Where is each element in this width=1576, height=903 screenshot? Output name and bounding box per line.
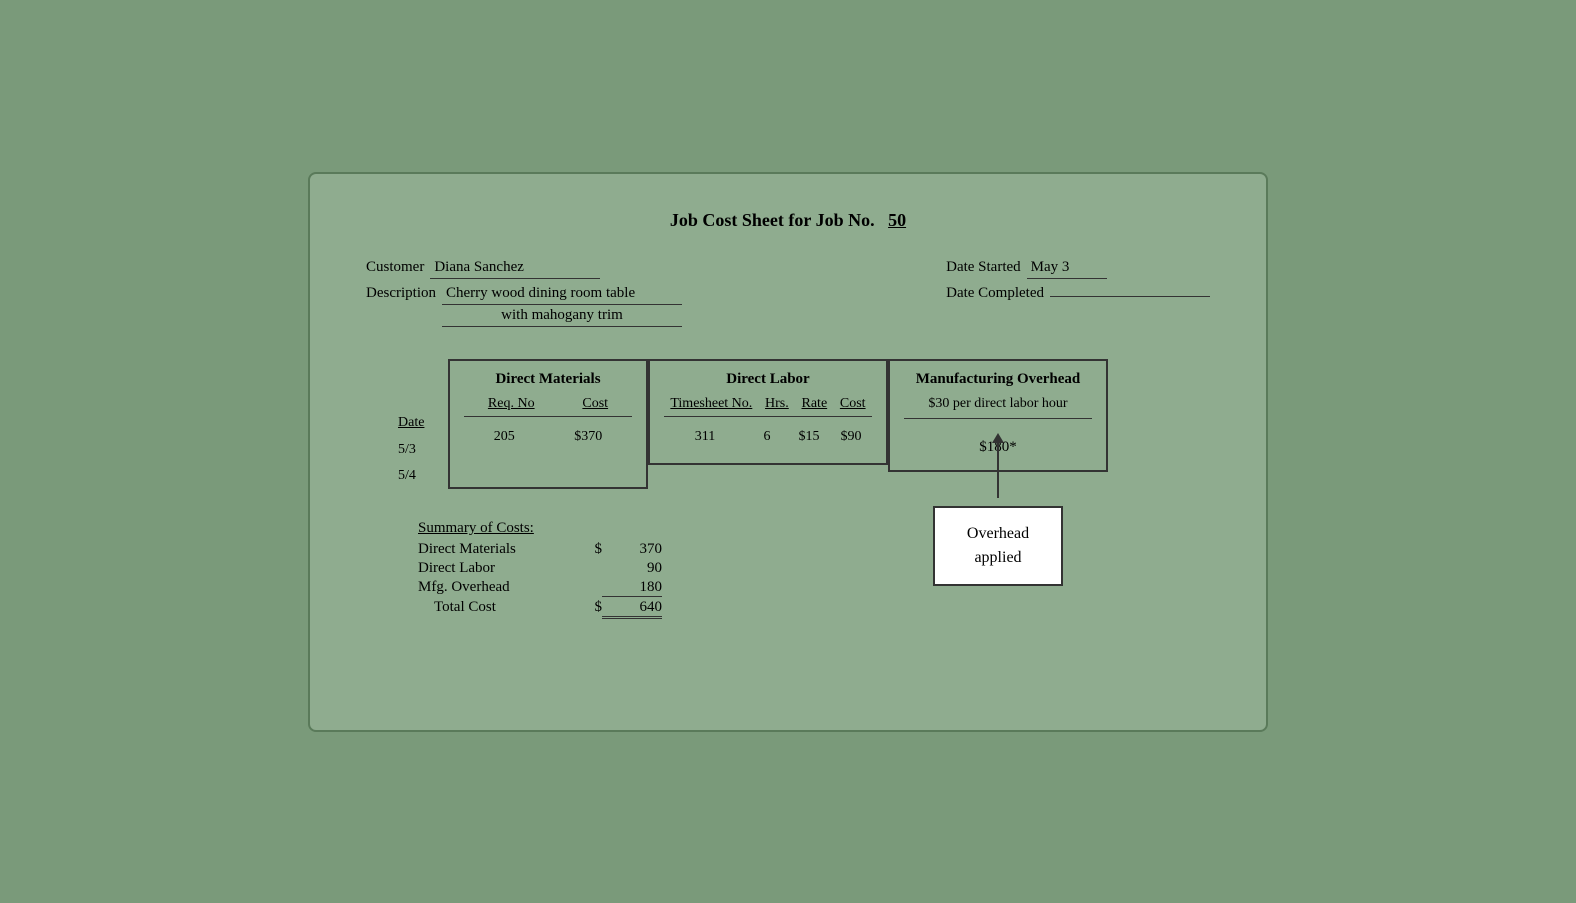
- overhead-rate: $30 per direct labor hour: [904, 396, 1092, 419]
- customer-value: Diana Sanchez: [430, 259, 600, 279]
- date-started-label: Date Started: [946, 259, 1021, 276]
- dl-rate: $15: [794, 429, 824, 445]
- job-cost-sheet: Job Cost Sheet for Job No. 50 Customer D…: [308, 172, 1268, 732]
- description-label: Description: [366, 285, 436, 302]
- dm-cost: $370: [574, 429, 602, 445]
- dl-timesheet-no: 311: [670, 429, 740, 445]
- dm-data-row-2: [464, 449, 632, 473]
- direct-materials-box: Direct Materials Req. No Cost 205 $370: [448, 359, 648, 489]
- mfg-overhead-box: Manufacturing Overhead $30 per direct la…: [888, 359, 1108, 472]
- dl-col3-header: Rate: [802, 396, 828, 412]
- title-row: Job Cost Sheet for Job No. 50: [358, 210, 1218, 231]
- mfg-overhead-title: Manufacturing Overhead: [904, 371, 1092, 388]
- arrow-line: [997, 443, 999, 498]
- header-left: Customer Diana Sanchez Description Cherr…: [366, 259, 682, 327]
- dl-cost: $90: [836, 429, 866, 445]
- summary-total-label: Total Cost: [418, 599, 578, 616]
- overhead-value: $180* Overhead applied: [904, 429, 1092, 456]
- summary-dl-label: Direct Labor: [418, 560, 578, 577]
- date-completed-label: Date Completed: [946, 285, 1044, 302]
- direct-labor-header: Timesheet No. Hrs. Rate Cost: [664, 396, 872, 417]
- header-right: Date Started May 3 Date Completed: [946, 259, 1210, 327]
- arrow-group: Overhead applied: [933, 433, 1063, 586]
- customer-label: Customer: [366, 259, 424, 276]
- date-completed-field: Date Completed: [946, 285, 1210, 302]
- title-prefix: Job Cost Sheet for Job No.: [670, 210, 875, 230]
- date-started-value: May 3: [1027, 259, 1107, 279]
- date-completed-value: [1050, 294, 1210, 297]
- dl-col4-header: Cost: [840, 396, 866, 412]
- date-entry-1: 5/3: [398, 437, 448, 464]
- arrow-head-up: [992, 433, 1004, 443]
- dm-data-row-1: 205 $370: [464, 425, 632, 449]
- summary-mfg-label: Mfg. Overhead: [418, 579, 578, 596]
- customer-field: Customer Diana Sanchez: [366, 259, 682, 279]
- summary-section: Summary of Costs: Direct Materials $ 370…: [418, 520, 1218, 619]
- date-column-header: Date: [398, 359, 448, 431]
- direct-materials-title: Direct Materials: [464, 371, 632, 388]
- dl-col1-header: Timesheet No.: [670, 396, 752, 412]
- job-number: 50: [888, 210, 906, 230]
- dm-col2-header: Cost: [582, 396, 608, 412]
- summary-dm-amount: 370: [602, 541, 662, 558]
- callout-line1: Overhead: [953, 522, 1043, 546]
- description-field: Description Cherry wood dining room tabl…: [366, 285, 682, 327]
- direct-labor-box: Direct Labor Timesheet No. Hrs. Rate Cos…: [648, 359, 888, 465]
- summary-total: Total Cost $ 640: [418, 599, 1218, 619]
- summary-mfg-overhead: Mfg. Overhead 180: [418, 579, 1218, 597]
- callout-box: Overhead applied: [933, 506, 1063, 586]
- summary-dl-amount: 90: [602, 560, 662, 577]
- direct-materials-header: Req. No Cost: [464, 396, 632, 417]
- description-line2: with mahogany trim: [442, 307, 682, 327]
- header-info: Customer Diana Sanchez Description Cherr…: [358, 259, 1218, 327]
- dl-data-row-1: 311 6 $15 $90: [664, 425, 872, 449]
- dl-hrs: 6: [752, 429, 782, 445]
- dm-req-no: 205: [494, 429, 515, 445]
- date-entry-2: 5/4: [398, 463, 448, 490]
- summary-title: Summary of Costs:: [418, 520, 1218, 537]
- summary-dm-dollar: $: [578, 541, 602, 558]
- summary-dm-label: Direct Materials: [418, 541, 578, 558]
- callout-line2: applied: [953, 546, 1043, 570]
- summary-total-amount: 640: [602, 599, 662, 619]
- summary-mfg-amount: 180: [602, 579, 662, 597]
- description-line1: Cherry wood dining room table: [442, 285, 682, 305]
- direct-labor-title: Direct Labor: [664, 371, 872, 388]
- dl-col2-header: Hrs.: [765, 396, 789, 412]
- dm-col1-header: Req. No: [488, 396, 535, 412]
- summary-direct-labor: Direct Labor 90: [418, 560, 1218, 577]
- date-column: Date 5/3 5/4: [398, 359, 448, 490]
- summary-direct-materials: Direct Materials $ 370: [418, 541, 1218, 558]
- summary-total-dollar: $: [578, 599, 602, 616]
- date-started-field: Date Started May 3: [946, 259, 1210, 279]
